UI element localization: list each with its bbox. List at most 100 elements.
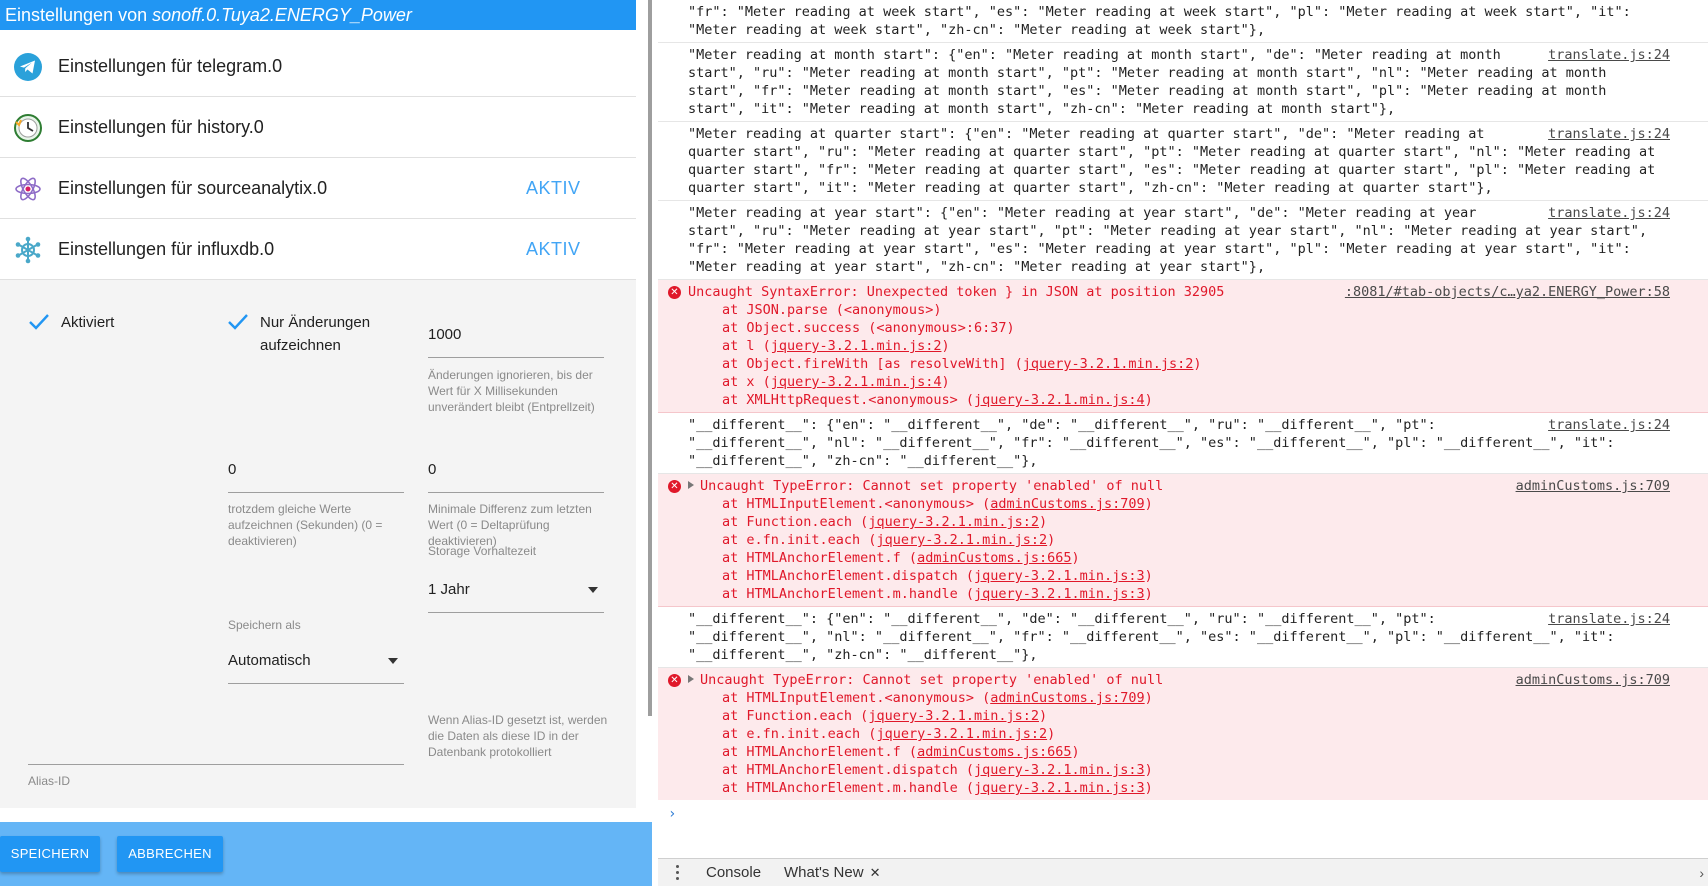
stack-source-link[interactable]: adminCustoms.js:665 xyxy=(917,744,1071,760)
expand-triangle-icon[interactable] xyxy=(688,481,694,489)
stack-source-link[interactable]: jquery-3.2.1.min.js:3 xyxy=(974,762,1145,778)
stack-source-link[interactable]: adminCustoms.js:709 xyxy=(990,496,1144,512)
save-button[interactable]: SPEICHERN xyxy=(0,836,100,872)
stack-text: at x ( xyxy=(722,374,771,390)
debounce-input[interactable]: 1000 xyxy=(428,323,604,347)
adapter-row-history[interactable]: Einstellungen für history.0 xyxy=(0,97,636,158)
stack-source-link[interactable]: jquery-3.2.1.min.js:2 xyxy=(876,532,1047,548)
stack-source-link[interactable]: jquery-3.2.1.min.js:2 xyxy=(876,726,1047,742)
alias-id-input[interactable] xyxy=(28,730,404,754)
only-changes-checkbox[interactable]: Nur Änderungen aufzeichnen xyxy=(227,311,397,359)
adapter-status-active: AKTIV xyxy=(526,239,581,259)
source-link[interactable]: adminCustoms.js:709 xyxy=(1516,671,1670,689)
debounce-field[interactable]: 1000 xyxy=(428,323,604,358)
console-error-message[interactable]: ✕ :8081/#tab-objects/c…ya2.ENERGY_Power:5… xyxy=(658,280,1708,413)
field-underline xyxy=(428,357,604,358)
expand-triangle-icon[interactable] xyxy=(688,675,694,683)
source-link[interactable]: :8081/#tab-objects/c…ya2.ENERGY_Power:58 xyxy=(1345,283,1670,301)
chevron-down-icon xyxy=(588,587,598,593)
console-log-message: "fr": "Meter reading at week start", "es… xyxy=(658,0,1708,43)
min-diff-field[interactable]: 0 xyxy=(428,458,604,493)
same-values-field[interactable]: 0 xyxy=(228,458,404,493)
close-icon[interactable]: ✕ xyxy=(870,865,881,880)
message-line: "Meter reading at week start", "zh-cn": … xyxy=(688,21,1678,39)
stack-source-link[interactable]: jquery-3.2.1.min.js:4 xyxy=(974,392,1145,408)
stack-text: at Object.success (<anonymous>:6:37) xyxy=(722,320,1015,336)
stack-text: ) xyxy=(1047,726,1056,742)
stack-source-link[interactable]: jquery-3.2.1.min.js:3 xyxy=(974,780,1145,796)
message-line: start", "ru": "Meter reading at year sta… xyxy=(688,222,1678,240)
console-error-message[interactable]: ✕ adminCustoms.js:709 Uncaught TypeError: … xyxy=(658,474,1708,607)
alias-id-label: Alias-ID xyxy=(28,774,71,788)
stack-text: ) xyxy=(1144,568,1153,584)
checkmark-icon xyxy=(228,314,248,330)
stack-text: ) xyxy=(1144,496,1153,512)
console-prompt[interactable]: › xyxy=(668,806,676,822)
storage-select[interactable]: 1 Jahr xyxy=(428,578,604,613)
stack-source-link[interactable]: adminCustoms.js:709 xyxy=(990,690,1144,706)
kebab-menu-icon[interactable] xyxy=(676,865,680,881)
storage-label: Storage Vorhaltezeit xyxy=(428,544,537,558)
message-text: "__different__", "zh-cn": "__different__… xyxy=(688,453,1038,469)
message-text: "Meter reading at week start", "zh-cn": … xyxy=(688,22,1266,38)
tab-whats-new[interactable]: What's New ✕ xyxy=(784,859,880,886)
stack-source-link[interactable]: jquery-3.2.1.min.js:3 xyxy=(974,586,1145,602)
stack-frame: at e.fn.init.each (jquery-3.2.1.min.js:2… xyxy=(688,531,1678,549)
stack-text: at HTMLAnchorElement.f ( xyxy=(722,550,918,566)
history-clock-icon xyxy=(14,114,42,142)
source-link[interactable]: adminCustoms.js:709 xyxy=(1516,477,1670,495)
stack-text: at Object.fireWith [as resolveWith] ( xyxy=(722,356,1023,372)
stack-source-link[interactable]: jquery-3.2.1.min.js:2 xyxy=(771,338,942,354)
stack-text: at HTMLAnchorElement.dispatch ( xyxy=(722,762,974,778)
stack-frame: at Object.success (<anonymous>:6:37) xyxy=(688,319,1678,337)
stack-source-link[interactable]: jquery-3.2.1.min.js:2 xyxy=(868,514,1039,530)
message-line: "__different__": {"en": "__different__",… xyxy=(688,610,1678,628)
console-error-message[interactable]: ✕ adminCustoms.js:709 Uncaught TypeError: … xyxy=(658,668,1708,800)
same-values-input[interactable]: 0 xyxy=(228,458,404,482)
chevron-right-icon[interactable]: › xyxy=(1699,865,1704,881)
source-link[interactable]: translate.js:24 xyxy=(1548,46,1670,64)
adapter-row-telegram[interactable]: Einstellungen für telegram.0 xyxy=(0,36,636,97)
adapter-row-influxdb[interactable]: Einstellungen für influxdb.0 AKTIV xyxy=(0,219,636,280)
stack-text: ) xyxy=(1144,762,1153,778)
stack-source-link[interactable]: jquery-3.2.1.min.js:2 xyxy=(1023,356,1194,372)
message-line: "__different__", "nl": "__different__", … xyxy=(688,434,1678,452)
cancel-button[interactable]: ABBRECHEN xyxy=(117,836,223,872)
stack-text: at HTMLAnchorElement.f ( xyxy=(722,744,918,760)
stack-frame: at HTMLAnchorElement.dispatch (jquery-3.… xyxy=(688,567,1678,585)
message-text: "__different__", "nl": "__different__", … xyxy=(688,629,1615,645)
min-diff-input[interactable]: 0 xyxy=(428,458,604,482)
stack-frame: at HTMLInputElement.<anonymous> (adminCu… xyxy=(688,495,1678,513)
save-as-label: Speichern als xyxy=(228,618,301,632)
dialog-title: Einstellungen von sonoff.0.Tuya2.ENERGY_… xyxy=(0,0,636,30)
same-values-help: trotzdem gleiche Werte aufzeichnen (Seku… xyxy=(228,502,383,548)
message-text: "fr": "Meter reading at year start", "es… xyxy=(688,241,1631,257)
alias-id-field[interactable] xyxy=(28,730,404,765)
activated-checkbox[interactable]: Aktiviert xyxy=(28,311,188,335)
message-line: "__different__", "zh-cn": "__different__… xyxy=(688,646,1678,664)
message-text: "Meter reading at year start": {"en": "M… xyxy=(688,205,1477,221)
error-icon: ✕ xyxy=(668,286,681,299)
console-log-message: translate.js:24 "Meter reading at quarter… xyxy=(658,122,1708,201)
message-text: start", "fr": "Meter reading at month st… xyxy=(688,83,1607,99)
message-line: start", "fr": "Meter reading at month st… xyxy=(688,82,1678,100)
stack-text: ) xyxy=(1071,744,1080,760)
adapter-row-sourceanalytix[interactable]: Einstellungen für sourceanalytix.0 AKTIV xyxy=(0,158,636,219)
stack-source-link[interactable]: jquery-3.2.1.min.js:3 xyxy=(974,568,1145,584)
stack-text: ) xyxy=(1144,392,1153,408)
source-link[interactable]: translate.js:24 xyxy=(1548,125,1670,143)
stack-source-link[interactable]: jquery-3.2.1.min.js:4 xyxy=(771,374,942,390)
message-line: "Meter reading at month start": {"en": "… xyxy=(688,46,1678,64)
message-text: "__different__", "zh-cn": "__different__… xyxy=(688,647,1038,663)
stack-frame: at HTMLAnchorElement.m.handle (jquery-3.… xyxy=(688,779,1678,797)
source-link[interactable]: translate.js:24 xyxy=(1548,610,1670,628)
stack-source-link[interactable]: adminCustoms.js:665 xyxy=(917,550,1071,566)
stack-source-link[interactable]: jquery-3.2.1.min.js:2 xyxy=(868,708,1039,724)
tab-console[interactable]: Console xyxy=(706,859,761,886)
source-link[interactable]: translate.js:24 xyxy=(1548,204,1670,222)
source-link[interactable]: translate.js:24 xyxy=(1548,416,1670,434)
stack-frame: at HTMLAnchorElement.m.handle (jquery-3.… xyxy=(688,585,1678,603)
min-diff-help-text: Minimale Differenz zum letzten Wert (0 =… xyxy=(428,502,592,548)
save-as-select[interactable]: Automatisch xyxy=(228,649,404,684)
scrollbar[interactable] xyxy=(648,0,652,716)
